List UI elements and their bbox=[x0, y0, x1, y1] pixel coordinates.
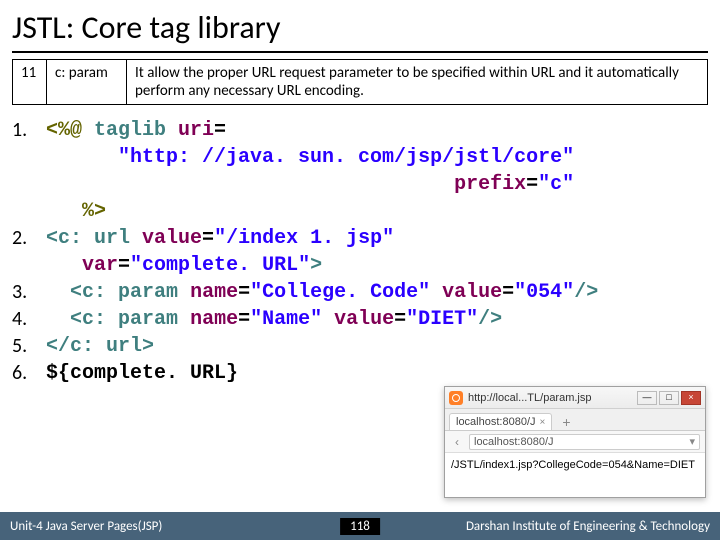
code-body: "http: //java. sun. com/jsp/jstl/core" bbox=[46, 144, 708, 171]
code-line: 4. <c: param name="Name" value="DIET"/> bbox=[12, 306, 708, 333]
code-line: prefix="c" bbox=[12, 171, 708, 198]
code-line: 1. <%@ taglib uri= bbox=[12, 117, 708, 144]
code-line: "http: //java. sun. com/jsp/jstl/core" bbox=[12, 144, 708, 171]
code-body: prefix="c" bbox=[46, 171, 708, 198]
code-body: <c: param name="Name" value="DIET"/> bbox=[46, 306, 708, 333]
code-block: 1. <%@ taglib uri= "http: //java. sun. c… bbox=[12, 117, 708, 387]
lineno bbox=[12, 171, 46, 198]
lineno bbox=[12, 252, 46, 279]
code-body: ${complete. URL} bbox=[46, 360, 708, 387]
browser-tabstrip: localhost:8080/J × + bbox=[445, 409, 705, 431]
back-button[interactable]: ‹ bbox=[450, 435, 464, 449]
dropdown-icon[interactable]: ▾ bbox=[689, 435, 695, 448]
code-body: %> bbox=[46, 198, 708, 225]
code-line: 6. ${complete. URL} bbox=[12, 360, 708, 387]
lineno: 5. bbox=[12, 333, 46, 360]
footer-left: Unit-4 Java Server Pages(JSP) bbox=[0, 519, 162, 534]
page-title: JSTL: Core tag library bbox=[12, 8, 708, 47]
code-body: var="complete. URL"> bbox=[46, 252, 708, 279]
tab-close-icon[interactable]: × bbox=[540, 417, 546, 428]
footer-right: Darshan Institute of Engineering & Techn… bbox=[466, 519, 720, 534]
tab-label: localhost:8080/J bbox=[456, 416, 536, 428]
slide: JSTL: Core tag library 11 c: param It al… bbox=[0, 0, 720, 540]
lineno: 3. bbox=[12, 279, 46, 306]
new-tab-button[interactable]: + bbox=[558, 414, 574, 430]
definition-table: 11 c: param It allow the proper URL requ… bbox=[12, 59, 708, 105]
lineno bbox=[12, 198, 46, 225]
lineno: 2. bbox=[12, 225, 46, 252]
firefox-icon bbox=[449, 391, 463, 405]
cell-tag: c: param bbox=[47, 60, 127, 105]
code-line: 3. <c: param name="College. Code" value=… bbox=[12, 279, 708, 306]
browser-tab[interactable]: localhost:8080/J × bbox=[449, 413, 552, 430]
lineno bbox=[12, 144, 46, 171]
close-button[interactable]: × bbox=[681, 391, 701, 405]
code-body: <%@ taglib uri= bbox=[46, 117, 708, 144]
cell-index: 11 bbox=[13, 60, 47, 105]
code-body: <c: param name="College. Code" value="05… bbox=[46, 279, 708, 306]
code-line: 2. <c: url value="/index 1. jsp" bbox=[12, 225, 708, 252]
address-bar[interactable]: localhost:8080/J ▾ bbox=[469, 434, 700, 450]
lineno: 1. bbox=[12, 117, 46, 144]
code-line: 5. </c: url> bbox=[12, 333, 708, 360]
url-text: localhost:8080/J bbox=[474, 436, 554, 448]
browser-titlebar: http://local...TL/param.jsp — □ × bbox=[445, 387, 705, 409]
window-title: http://local...TL/param.jsp bbox=[468, 392, 635, 404]
minimize-button[interactable]: — bbox=[637, 391, 657, 405]
code-line: %> bbox=[12, 198, 708, 225]
browser-window: http://local...TL/param.jsp — □ × localh… bbox=[444, 386, 706, 498]
table-row: 11 c: param It allow the proper URL requ… bbox=[13, 60, 708, 105]
browser-viewport: /JSTL/index1.jsp?CollegeCode=054&Name=DI… bbox=[445, 453, 705, 477]
lineno: 4. bbox=[12, 306, 46, 333]
code-line: var="complete. URL"> bbox=[12, 252, 708, 279]
slide-footer: Unit-4 Java Server Pages(JSP) 118 Darsha… bbox=[0, 512, 720, 540]
lineno: 6. bbox=[12, 360, 46, 387]
footer-page: 118 bbox=[340, 518, 380, 535]
title-underline bbox=[12, 51, 708, 53]
code-body: </c: url> bbox=[46, 333, 708, 360]
maximize-button[interactable]: □ bbox=[659, 391, 679, 405]
cell-description: It allow the proper URL request paramete… bbox=[127, 60, 708, 105]
browser-toolbar: ‹ localhost:8080/J ▾ bbox=[445, 431, 705, 453]
code-body: <c: url value="/index 1. jsp" bbox=[46, 225, 708, 252]
